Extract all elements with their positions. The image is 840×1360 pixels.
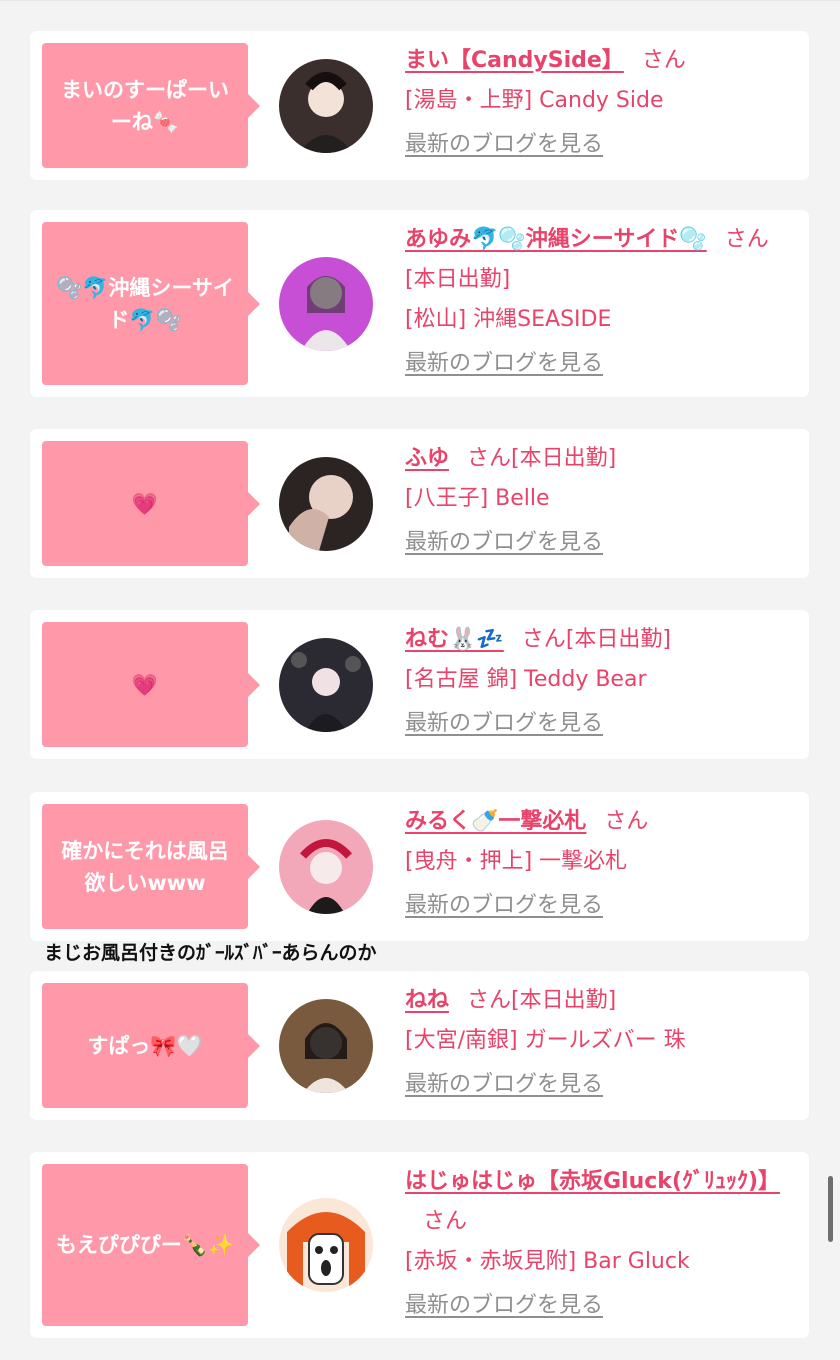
user-name-link[interactable]: みるく🍼一撃必札 — [405, 809, 586, 834]
message-bubble: 🫧🐬沖縄シーサイド🐬🫧 — [42, 222, 260, 385]
honorific: さん — [724, 227, 769, 252]
post-card: 確かにそれは風呂欲しいwww みるく🍼一撃必札 さん [曳舟・押上] 一撃必札 最… — [30, 792, 809, 941]
shop-label[interactable]: [大宮/南銀] ガールズバー 珠 — [405, 1021, 795, 1061]
post-info: みるく🍼一撃必札 さん [曳舟・押上] 一撃必札 最新のブログを見る — [405, 802, 795, 926]
user-name-link[interactable]: ふゆ — [405, 446, 449, 471]
latest-blog-link[interactable]: 最新のブログを見る — [405, 125, 795, 165]
message-bubble: すぱっ🎀🤍 — [42, 983, 260, 1108]
shop-label[interactable]: [湯島・上野] Candy Side — [405, 81, 795, 121]
shop-label[interactable]: [松山] 沖縄SEASIDE — [405, 300, 795, 340]
user-name-link[interactable]: まい【CandySide】 — [405, 48, 624, 73]
avatar[interactable] — [279, 256, 373, 351]
post-card: 💗 ねむ🐰💤 さん[本日出勤] [名古屋 錦] Teddy Bear 最新のブログ… — [30, 610, 809, 759]
post-card: もえぴぴぴー🍾✨ はじゅはじゅ【赤坂Gluck(ｸﾞﾘｭｯｸ)】さん [赤坂・赤… — [30, 1152, 809, 1338]
honorific: さん — [521, 627, 566, 652]
message-bubble: 💗 — [42, 622, 260, 747]
post-info: まい【CandySide】 さん [湯島・上野] Candy Side 最新のブロ… — [405, 41, 795, 165]
honorific: さん — [467, 446, 512, 471]
status-label: [本日出勤] — [565, 627, 671, 652]
post-info: あゆみ🐬🫧沖縄シーサイド🫧 さん [本日出勤] [松山] 沖縄SEASIDE 最新の… — [405, 220, 795, 384]
shop-label[interactable]: [八王子] Belle — [405, 479, 795, 519]
status-label: [本日出勤] — [511, 988, 617, 1013]
latest-blog-link[interactable]: 最新のブログを見る — [405, 886, 795, 926]
post-info: はじゅはじゅ【赤坂Gluck(ｸﾞﾘｭｯｸ)】さん [赤坂・赤坂見附] Bar … — [405, 1162, 795, 1326]
inline-comment: まじお風呂付きのｶﾞｰﾙｽﾞﾊﾞｰあらんのか — [44, 942, 377, 964]
post-card: 🫧🐬沖縄シーサイド🐬🫧 あゆみ🐬🫧沖縄シーサイド🫧 さん [本日出勤] [松山] 沖… — [30, 210, 809, 397]
honorific: さん — [467, 988, 512, 1013]
user-name-link[interactable]: はじゅはじゅ【赤坂Gluck(ｸﾞﾘｭｯｸ)】 — [405, 1169, 780, 1194]
avatar[interactable] — [279, 456, 373, 551]
status-label: [本日出勤] — [405, 267, 511, 292]
post-card: すぱっ🎀🤍 ねね さん[本日出勤] [大宮/南銀] ガールズバー 珠 最新のブログ… — [30, 971, 809, 1120]
message-bubble: 💗 — [42, 441, 260, 566]
shop-label[interactable]: [赤坂・赤坂見附] Bar Gluck — [405, 1242, 795, 1282]
post-info: ふゆ さん[本日出勤] [八王子] Belle 最新のブログを見る — [405, 439, 795, 563]
latest-blog-link[interactable]: 最新のブログを見る — [405, 704, 795, 744]
status-label: [本日出勤] — [511, 446, 617, 471]
latest-blog-link[interactable]: 最新のブログを見る — [405, 1286, 795, 1326]
avatar[interactable] — [279, 637, 373, 732]
latest-blog-link[interactable]: 最新のブログを見る — [405, 1065, 795, 1105]
post-card: 💗 ふゆ さん[本日出勤] [八王子] Belle 最新のブログを見る — [30, 429, 809, 578]
message-bubble: もえぴぴぴー🍾✨ — [42, 1164, 260, 1326]
honorific: さん — [423, 1209, 468, 1234]
user-name-link[interactable]: ねね — [405, 988, 449, 1013]
avatar[interactable] — [279, 998, 373, 1093]
latest-blog-link[interactable]: 最新のブログを見る — [405, 523, 795, 563]
honorific: さん — [604, 809, 649, 834]
avatar[interactable] — [279, 819, 373, 914]
post-info: ねね さん[本日出勤] [大宮/南銀] ガールズバー 珠 最新のブログを見る — [405, 981, 795, 1105]
top-divider — [0, 0, 840, 1]
shop-label[interactable]: [曳舟・押上] 一撃必札 — [405, 842, 795, 882]
message-bubble: まいのすーぱーいーね🍬 — [42, 43, 260, 168]
avatar[interactable] — [279, 1198, 373, 1292]
shop-label[interactable]: [名古屋 錦] Teddy Bear — [405, 660, 795, 700]
post-card: まいのすーぱーいーね🍬 まい【CandySide】 さん [湯島・上野] Cand… — [30, 31, 809, 180]
user-name-link[interactable]: ねむ🐰💤 — [405, 627, 504, 652]
honorific: さん — [641, 48, 686, 73]
message-bubble: 確かにそれは風呂欲しいwww — [42, 804, 260, 929]
post-info: ねむ🐰💤 さん[本日出勤] [名古屋 錦] Teddy Bear 最新のブログを見… — [405, 620, 795, 744]
scrollbar[interactable] — [828, 1176, 833, 1242]
latest-blog-link[interactable]: 最新のブログを見る — [405, 344, 795, 384]
avatar[interactable] — [279, 58, 373, 153]
user-name-link[interactable]: あゆみ🐬🫧沖縄シーサイド🫧 — [405, 227, 707, 252]
